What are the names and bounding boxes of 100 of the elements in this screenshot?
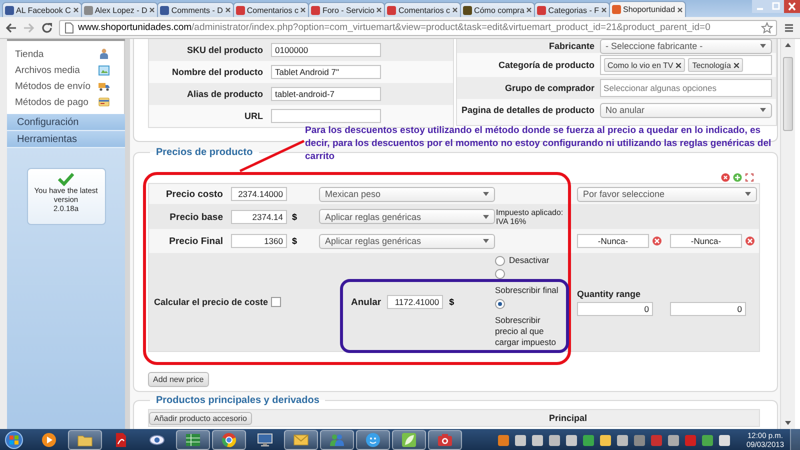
close-icon[interactable] bbox=[376, 7, 382, 13]
show-desktop-button[interactable] bbox=[790, 429, 800, 450]
price-field[interactable]: 1172.41000 bbox=[387, 295, 444, 309]
browser-tab[interactable]: Comments - D bbox=[157, 2, 234, 17]
browser-tab[interactable]: Comentarios c bbox=[232, 2, 310, 17]
date-field[interactable]: -Nunca- bbox=[577, 234, 649, 248]
browser-tab[interactable]: Categorias - F bbox=[534, 2, 610, 17]
start-button[interactable] bbox=[3, 430, 25, 450]
sidebar-item[interactable]: Archivos media bbox=[7, 62, 124, 78]
radio-button[interactable] bbox=[495, 269, 505, 279]
sidebar-section[interactable]: Configuración bbox=[7, 114, 125, 131]
close-icon[interactable] bbox=[526, 7, 532, 13]
field-label: Precio costo bbox=[166, 189, 223, 200]
page-icon bbox=[63, 22, 75, 34]
option-label: Desactivar bbox=[509, 255, 550, 266]
browser-tab[interactable]: Comentarios c bbox=[384, 2, 462, 17]
remove-icon[interactable] bbox=[734, 62, 739, 68]
text-field[interactable] bbox=[271, 109, 381, 123]
close-icon[interactable] bbox=[784, 0, 800, 13]
add-accessory-button[interactable]: Añadir producto accesorio bbox=[149, 412, 252, 424]
browser-tab[interactable]: Alex Lopez - D bbox=[80, 2, 158, 17]
close-icon[interactable] bbox=[72, 7, 79, 13]
address-field[interactable]: www.shoportunidades.com/administrator/index.php?option=com_virtuemart&view=product&task=edit&virtuemart_product_id=21&product_parent_id=0 bbox=[59, 20, 777, 36]
browser-tab[interactable]: Shoportunidad bbox=[608, 1, 686, 17]
sidebar-item[interactable]: Métodos de envío bbox=[7, 78, 124, 94]
radio-button[interactable] bbox=[495, 299, 505, 309]
price-field[interactable]: 2374.14 bbox=[231, 210, 287, 224]
clear-icon[interactable] bbox=[745, 236, 755, 246]
remove-icon[interactable] bbox=[676, 62, 682, 68]
sidebar-item[interactable]: Tienda bbox=[7, 46, 124, 62]
taskbar-button[interactable] bbox=[392, 430, 426, 450]
column-header: Principal bbox=[549, 413, 588, 423]
reload-icon[interactable] bbox=[41, 22, 53, 34]
text-field[interactable]: tablet-android-7 bbox=[271, 87, 381, 101]
checkbox-label: Calcular el precio de coste bbox=[154, 297, 268, 307]
close-icon[interactable] bbox=[452, 7, 458, 13]
tag-field[interactable]: Como lo vio en TV Tecnología bbox=[600, 55, 772, 75]
taskbar-button[interactable] bbox=[428, 430, 462, 450]
sidebar-item[interactable]: Métodos de pago bbox=[7, 94, 124, 110]
select-field[interactable]: No anular bbox=[600, 102, 772, 118]
section-legend: Precios de producto bbox=[150, 147, 259, 158]
sidebar-section[interactable]: Herramientas bbox=[7, 131, 125, 148]
select-field[interactable]: - Seleccione fabricante - bbox=[600, 39, 772, 54]
option-label: Sobrescribir precio al que cargar impuesto bbox=[495, 315, 557, 348]
star-icon[interactable] bbox=[761, 22, 773, 34]
select-field[interactable]: Por favor seleccione bbox=[577, 186, 757, 202]
close-icon[interactable] bbox=[300, 7, 306, 13]
field-label: Pagina de detalles de producto bbox=[460, 105, 595, 115]
computer-icon bbox=[257, 432, 273, 448]
clear-icon[interactable] bbox=[652, 236, 662, 246]
select-field[interactable]: Aplicar reglas genéricas bbox=[319, 209, 495, 224]
back-icon[interactable] bbox=[5, 22, 17, 34]
close-icon[interactable] bbox=[224, 7, 231, 13]
field-label: Fabricante bbox=[548, 41, 595, 51]
scrollbar-thumb[interactable] bbox=[783, 57, 793, 131]
taskbar-button[interactable] bbox=[176, 430, 210, 450]
picture-icon bbox=[98, 64, 110, 76]
browser-icon bbox=[221, 432, 237, 448]
browser-tab[interactable]: AL Facebook C bbox=[2, 2, 82, 17]
taskbar-button[interactable] bbox=[212, 430, 246, 450]
envelope-icon bbox=[293, 432, 309, 448]
leaf-icon bbox=[401, 432, 417, 448]
field-label: Categoría de producto bbox=[498, 60, 595, 70]
people-icon bbox=[329, 432, 345, 448]
menu-icon[interactable] bbox=[783, 22, 795, 34]
close-icon[interactable] bbox=[149, 7, 156, 13]
field-label: Nombre del producto bbox=[170, 67, 263, 77]
caret-icon bbox=[483, 192, 489, 196]
category-tag[interactable]: Como lo vio en TV bbox=[604, 58, 686, 72]
text-field[interactable]: Tablet Android 7" bbox=[271, 65, 381, 79]
category-tag[interactable]: Tecnología bbox=[688, 58, 743, 72]
delete-icon[interactable] bbox=[721, 172, 730, 182]
checkbox[interactable] bbox=[271, 297, 282, 307]
camera-icon bbox=[437, 432, 453, 448]
price-field[interactable]: 2374.14000 bbox=[231, 187, 287, 201]
caret-icon bbox=[760, 108, 766, 112]
price-field[interactable]: 1360 bbox=[231, 234, 287, 248]
close-icon[interactable] bbox=[677, 6, 684, 12]
field-label: Precio base bbox=[170, 212, 223, 222]
quantity-field[interactable]: 0 bbox=[577, 302, 653, 316]
check-icon bbox=[58, 172, 74, 186]
field-label: Grupo de comprador bbox=[504, 83, 595, 93]
close-icon[interactable] bbox=[600, 7, 607, 13]
smiley-icon bbox=[365, 432, 381, 448]
date-field[interactable]: -Nunca- bbox=[670, 234, 742, 248]
select-field[interactable]: Aplicar reglas genéricas bbox=[319, 234, 495, 248]
spreadsheet-icon bbox=[185, 432, 201, 448]
text-field[interactable]: 0100000 bbox=[271, 43, 381, 57]
add-price-button[interactable]: Add new price bbox=[148, 372, 209, 387]
multiselect-field[interactable]: Seleccionar algunas opciones bbox=[600, 79, 772, 97]
quantity-field[interactable]: 0 bbox=[670, 302, 746, 316]
caret-icon bbox=[745, 192, 751, 196]
radio-button[interactable] bbox=[495, 256, 505, 266]
caret-icon bbox=[760, 44, 766, 48]
browser-tab[interactable]: Foro - Servicio bbox=[308, 2, 386, 17]
field-label: Precio Final bbox=[169, 236, 223, 247]
field-label: URL bbox=[244, 111, 263, 121]
expand-icon[interactable] bbox=[745, 172, 754, 182]
select-field[interactable]: Mexican peso bbox=[319, 186, 495, 202]
browser-tab[interactable]: Cómo compra bbox=[460, 2, 536, 17]
